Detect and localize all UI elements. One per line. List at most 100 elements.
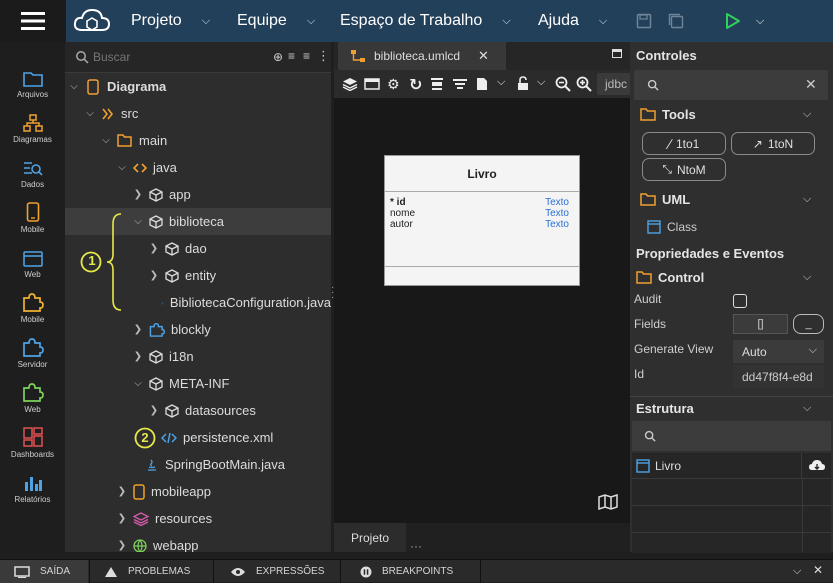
generate-view-select[interactable]: Auto ⌵ xyxy=(733,340,824,363)
menu-ajuda[interactable]: Ajuda ⌵ xyxy=(538,0,607,42)
tab-problemas[interactable]: PROBLEMAS xyxy=(104,560,190,583)
minimap-icon[interactable] xyxy=(598,493,618,513)
datasource-select[interactable]: jdbc xyxy=(597,73,630,95)
tool-ntom[interactable]: ⤡ NtoM xyxy=(642,158,726,181)
layers-icon[interactable] xyxy=(342,77,358,94)
uml-field-nome[interactable]: nome Texto xyxy=(390,208,569,219)
chevron-down-icon[interactable]: ⌵ xyxy=(803,108,811,121)
menu-equipe[interactable]: Equipe ⌵ xyxy=(237,0,315,42)
rail-web[interactable]: Web xyxy=(0,234,65,279)
panel-toggle-icon[interactable]: ⌵ xyxy=(793,565,801,578)
tree-item-blockly[interactable]: ❯ blockly xyxy=(65,316,331,343)
zoom-out-icon[interactable] xyxy=(555,76,571,95)
estrutura-search-field[interactable] xyxy=(632,421,831,451)
rail-servidor[interactable]: Servidor xyxy=(0,324,65,369)
menu-espaco-de-trabalho[interactable]: Espaço de Trabalho ⌵ xyxy=(340,0,511,42)
rail-label: Arquivos xyxy=(16,90,49,99)
tree-item-mobileapp[interactable]: ❯ mobileapp xyxy=(65,478,331,505)
fields-input[interactable]: [] xyxy=(733,314,788,334)
rail-web-blocks[interactable]: Web xyxy=(0,369,65,414)
rail-diagramas[interactable]: Diagramas xyxy=(0,99,65,144)
locate-icon[interactable]: ⊕ xyxy=(273,50,283,64)
tree-item-src[interactable]: ⌵ src xyxy=(65,100,331,127)
close-icon[interactable]: ✕ xyxy=(813,563,823,577)
collapse-all-icon[interactable]: ≡ xyxy=(288,49,295,63)
tab-expressoes[interactable]: EXPRESSÕES xyxy=(230,560,324,583)
unlock-icon[interactable] xyxy=(516,76,530,94)
tool-1to1[interactable]: ∕ 1to1 xyxy=(642,132,726,155)
control-section-header[interactable]: Control xyxy=(636,270,704,285)
java-file-icon xyxy=(148,459,156,471)
tab-biblioteca-umlcd[interactable]: biblioteca.umlcd ✕ xyxy=(338,42,506,70)
pause-circle-icon xyxy=(360,566,372,577)
clear-icon[interactable]: ✕ xyxy=(805,76,817,93)
run-options-chevron-icon[interactable]: ⌵ xyxy=(752,12,768,30)
tree-search-input[interactable] xyxy=(93,47,263,67)
maximize-icon[interactable] xyxy=(612,49,622,58)
chevron-down-icon[interactable]: ⌵ xyxy=(803,402,811,415)
tree-item-app[interactable]: ❯ app xyxy=(65,181,331,208)
package-icon xyxy=(165,268,179,283)
tree-item-datasources[interactable]: ❯ datasources xyxy=(65,397,331,424)
window-icon[interactable] xyxy=(364,78,380,93)
tree-item-webapp[interactable]: ❯ webapp xyxy=(65,532,331,552)
uml-item-class[interactable]: Class xyxy=(647,220,697,234)
resize-handle[interactable]: ··· xyxy=(410,539,422,553)
uml-field-type: Texto xyxy=(545,219,569,230)
save-button[interactable] xyxy=(634,11,654,31)
tree-item-diagrama[interactable]: ⌵ Diagrama xyxy=(65,73,331,100)
uml-field-id[interactable]: * id Texto xyxy=(390,197,569,208)
tree-item-meta-inf[interactable]: ⌵ META-INF xyxy=(65,370,331,397)
id-field[interactable]: dd47f8f4-e8d xyxy=(733,365,824,388)
tool-1ton[interactable]: ↗ 1toN xyxy=(731,132,815,155)
divider xyxy=(89,560,90,583)
estrutura-item-livro[interactable]: Livro xyxy=(632,453,802,479)
tools-section-header[interactable]: Tools xyxy=(640,107,696,122)
more-vertical-icon[interactable]: ⋮ xyxy=(317,48,330,64)
rail-mobile[interactable]: Mobile xyxy=(0,189,65,234)
align-middle-icon[interactable] xyxy=(452,77,468,94)
tree-item-resources[interactable]: ❯ resources xyxy=(65,505,331,532)
align-top-icon[interactable] xyxy=(430,77,444,94)
tab-breakpoints[interactable]: BREAKPOINTS xyxy=(360,560,453,583)
menu-projeto[interactable]: Projeto ⌵ xyxy=(131,0,210,42)
rail-arquivos[interactable]: Arquivos xyxy=(0,54,65,99)
chevron-down-icon[interactable]: ⌵ xyxy=(537,76,545,89)
menu-equipe-label: Equipe xyxy=(237,12,287,29)
uml-class-livro[interactable]: Livro * id Texto nome Texto autor Texto xyxy=(384,155,580,286)
rail-dados[interactable]: Dados xyxy=(0,144,65,189)
layers-icon xyxy=(133,511,149,526)
tree-item-i18n[interactable]: ❯ i18n xyxy=(65,343,331,370)
fields-edit-button[interactable]: _ xyxy=(793,314,824,334)
refresh-icon[interactable]: ↻ xyxy=(409,75,422,95)
puzzle-icon xyxy=(149,322,165,337)
uml-section-header[interactable]: UML xyxy=(640,192,690,207)
rail-mobile-blocks[interactable]: Mobile xyxy=(0,279,65,324)
controls-search-field[interactable]: ✕ xyxy=(634,70,828,100)
tree-item-persistence-xml[interactable]: persistence.xml xyxy=(65,424,331,451)
rail-relatorios[interactable]: Relatórios xyxy=(0,459,65,504)
save-all-button[interactable] xyxy=(666,11,686,31)
web-icon xyxy=(22,251,43,267)
cloud-download-button[interactable] xyxy=(802,453,831,479)
rail-dashboards[interactable]: Dashboards xyxy=(0,414,65,459)
audit-checkbox[interactable] xyxy=(733,294,747,308)
hamburger-menu-button[interactable] xyxy=(0,0,66,42)
export-icon[interactable]: ⚙ xyxy=(387,76,400,93)
tab-saida[interactable]: SAÍDA xyxy=(0,560,88,583)
tree-item-springbootmain[interactable]: SpringBootMain.java xyxy=(65,451,331,478)
chevron-down-icon[interactable]: ⌵ xyxy=(497,76,505,89)
zoom-in-icon[interactable] xyxy=(576,76,592,95)
close-icon[interactable]: ✕ xyxy=(478,48,489,64)
new-file-icon[interactable] xyxy=(475,77,489,94)
control-title: Control xyxy=(658,270,705,285)
expand-all-icon[interactable]: ≡ xyxy=(303,49,310,63)
uml-field-autor[interactable]: autor Texto xyxy=(390,219,569,230)
chevron-down-icon[interactable]: ⌵ xyxy=(803,193,811,206)
tree-item-java[interactable]: ⌵ java xyxy=(65,154,331,181)
run-button[interactable] xyxy=(722,10,744,32)
uml-field-type: Texto xyxy=(545,208,569,219)
chevron-down-icon[interactable]: ⌵ xyxy=(803,271,811,284)
tree-item-main[interactable]: ⌵ main xyxy=(65,127,331,154)
tab-projeto[interactable]: Projeto xyxy=(334,523,406,552)
